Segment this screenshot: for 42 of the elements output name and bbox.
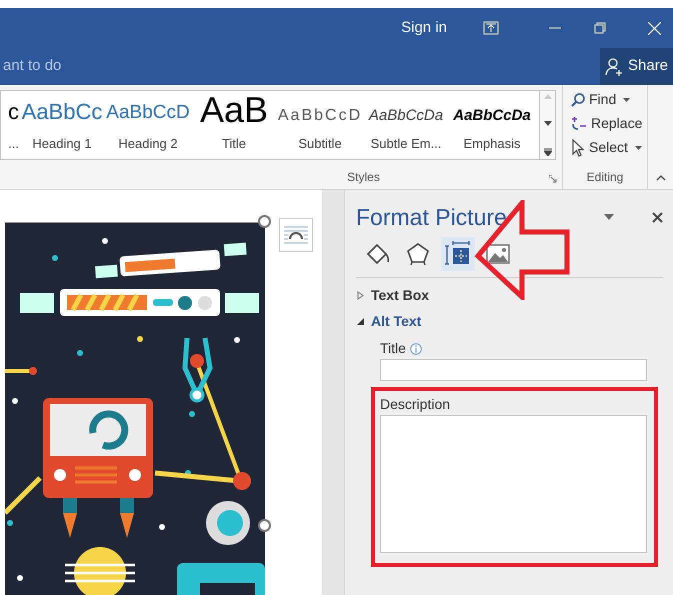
field-label: Description: [380, 395, 450, 414]
dialog-launcher-icon[interactable]: [549, 175, 557, 183]
description-input-field[interactable]: [380, 414, 647, 552]
scroll-down-icon[interactable]: [544, 121, 552, 126]
style-option[interactable]: AaBbCcD Heading 2: [105, 91, 191, 159]
ribbon-display-icon[interactable]: [483, 21, 499, 35]
group-label: Editing: [586, 169, 624, 186]
collapse-ribbon-icon[interactable]: [656, 175, 666, 181]
more-styles-icon[interactable]: [544, 148, 552, 156]
tell-me-field[interactable]: ant to do: [0, 55, 62, 78]
close-icon[interactable]: [652, 212, 663, 223]
editing-command[interactable]: Select: [570, 136, 647, 159]
style-option[interactable]: AaBbCc Heading 1: [19, 91, 105, 159]
minimize-icon[interactable]: [549, 27, 561, 29]
section-header[interactable]: Alt Text: [356, 308, 663, 334]
share-button[interactable]: Share: [600, 48, 673, 85]
group-label: Styles: [347, 169, 380, 186]
collapsed-triangle-icon: [356, 291, 365, 300]
pane-title: Format Picture: [356, 203, 507, 232]
sign-in-link[interactable]: Sign in: [401, 16, 447, 40]
replace-icon: [570, 114, 588, 132]
caret-icon[interactable]: [604, 214, 614, 220]
search-icon: [570, 92, 586, 108]
title-input-field[interactable]: [380, 358, 647, 380]
restore-icon[interactable]: [594, 22, 606, 34]
cursor-icon: [570, 138, 586, 156]
selected-space-robot-picture[interactable]: [5, 215, 272, 595]
info-icon[interactable]: [410, 342, 422, 354]
style-option[interactable]: AaBbCcDa Emphasis: [449, 91, 535, 159]
style-option[interactable]: c ...: [1, 91, 19, 159]
expanded-triangle-icon: [356, 317, 365, 326]
section-header[interactable]: Text Box: [356, 282, 663, 308]
field-label: Title: [380, 339, 406, 358]
style-option[interactable]: AaBbCcD Subtitle: [277, 91, 363, 159]
editing-command[interactable]: Replace: [570, 112, 647, 135]
add-person-icon: [604, 56, 624, 76]
style-option[interactable]: AaBbCcDa Subtle Em...: [363, 91, 449, 159]
size-position-icon[interactable]: [441, 236, 475, 270]
layout-options-button[interactable]: [279, 218, 313, 252]
editing-command[interactable]: Find: [570, 88, 647, 111]
style-option[interactable]: AaB Title: [191, 91, 277, 159]
text-wrap-icon: [283, 225, 309, 245]
